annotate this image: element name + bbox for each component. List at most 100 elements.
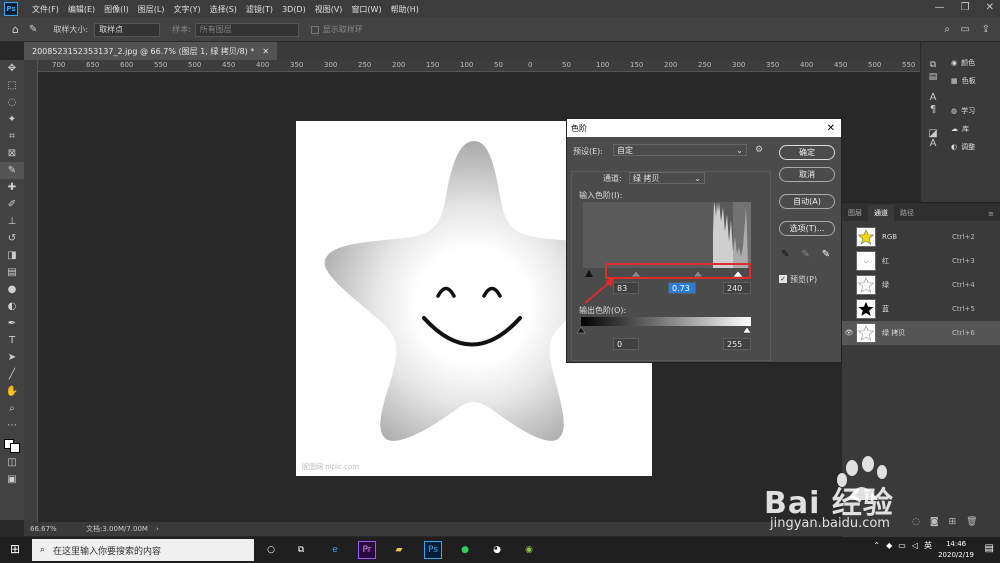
channel-row-blue[interactable]: 蓝 Ctrl+5 bbox=[842, 297, 1000, 321]
eraser-tool-icon[interactable]: ◨ bbox=[0, 247, 24, 264]
lasso-tool-icon[interactable]: ◌ bbox=[0, 94, 24, 111]
windows-start-icon[interactable]: ⊞ bbox=[10, 542, 20, 556]
clock[interactable]: 14:46 2020/2/19 bbox=[938, 539, 974, 561]
quick-mask-icon[interactable]: ◫ bbox=[0, 454, 24, 471]
menu-layer[interactable]: 图层(L) bbox=[138, 4, 165, 15]
menu-3d[interactable]: 3D(D) bbox=[282, 5, 306, 14]
clone-stamp-icon[interactable]: ⊥ bbox=[0, 213, 24, 230]
color-swap-icon[interactable] bbox=[0, 434, 24, 454]
network-icon[interactable]: ▭ bbox=[898, 541, 906, 550]
dodge-tool-icon[interactable]: ◐ bbox=[0, 298, 24, 315]
color-panel-item[interactable]: ◉ 颜色 bbox=[945, 54, 1000, 72]
status-arrow-icon[interactable]: › bbox=[156, 525, 159, 533]
channel-row-red[interactable]: ◡ 红 Ctrl+3 bbox=[842, 249, 1000, 273]
close-tab-icon[interactable]: ✕ bbox=[262, 47, 269, 56]
history-brush-icon[interactable]: ↺ bbox=[0, 230, 24, 247]
cancel-button[interactable]: 取消 bbox=[779, 167, 835, 182]
menu-type[interactable]: 文字(Y) bbox=[173, 4, 200, 15]
menu-help[interactable]: 帮助(H) bbox=[391, 4, 419, 15]
menu-view[interactable]: 视图(V) bbox=[315, 4, 343, 15]
blur-tool-icon[interactable]: ● bbox=[0, 281, 24, 298]
gradient-tool-icon[interactable]: ▤ bbox=[0, 264, 24, 281]
workspace-icon[interactable]: ▭ bbox=[961, 24, 970, 35]
move-tool-icon[interactable]: ✥ bbox=[0, 60, 24, 77]
task-view-icon[interactable]: ⧉ bbox=[292, 541, 310, 559]
search-icon[interactable]: ⌕ bbox=[944, 24, 950, 35]
taskbar-search[interactable]: ⌕ 在这里输入你要搜索的内容 bbox=[32, 539, 254, 561]
home-icon[interactable]: ⌂ bbox=[12, 23, 19, 36]
screen-mode-icon[interactable]: ▣ bbox=[0, 471, 24, 488]
input-gamma-field[interactable]: 0.73 bbox=[668, 282, 696, 294]
menu-window[interactable]: 窗口(W) bbox=[351, 4, 381, 15]
sample-select[interactable]: 所有图层 bbox=[194, 22, 299, 37]
black-eyedropper-icon[interactable]: ✎ bbox=[781, 249, 789, 260]
zoom-level[interactable]: 66.67% bbox=[30, 525, 86, 533]
save-selection-icon[interactable]: ◙ bbox=[930, 517, 939, 527]
close-icon[interactable]: ✕ bbox=[986, 2, 994, 13]
menu-file[interactable]: 文件(F) bbox=[32, 4, 59, 15]
qq-icon[interactable]: ◕ bbox=[488, 541, 506, 559]
eyedropper-tool-icon[interactable]: ✎ bbox=[29, 24, 37, 35]
more-tools-icon[interactable]: ⋯ bbox=[0, 417, 24, 434]
dialog-close-icon[interactable]: ✕ bbox=[827, 123, 835, 134]
path-select-icon[interactable]: ➤ bbox=[0, 349, 24, 366]
output-sliders[interactable] bbox=[577, 325, 757, 335]
document-tab[interactable]: 2008523152353137_2.jpg @ 66.7% (图层 1, 绿 … bbox=[24, 42, 278, 60]
pen-tool-icon[interactable]: ✒ bbox=[0, 315, 24, 332]
load-selection-icon[interactable]: ◌ bbox=[912, 517, 920, 527]
swatches-panel-item[interactable]: ▦ 色板 bbox=[945, 72, 1000, 90]
marquee-tool-icon[interactable]: ⬚ bbox=[0, 77, 24, 94]
cortana-icon[interactable]: ○ bbox=[262, 541, 280, 559]
tab-paths[interactable]: 路径 bbox=[894, 205, 920, 221]
premiere-icon[interactable]: Pr bbox=[358, 541, 376, 559]
tab-channels[interactable]: 通道 bbox=[868, 205, 894, 221]
share-icon[interactable]: ⇪ bbox=[982, 24, 990, 35]
libraries-panel-item[interactable]: ☁ 库 bbox=[945, 120, 1000, 138]
new-channel-icon[interactable]: ⊞ bbox=[949, 517, 957, 527]
crop-tool-icon[interactable]: ⌗ bbox=[0, 128, 24, 145]
line-tool-icon[interactable]: ╱ bbox=[0, 366, 24, 383]
ok-button[interactable]: 确定 bbox=[779, 145, 835, 160]
hand-tool-icon[interactable]: ✋ bbox=[0, 383, 24, 400]
output-black-field[interactable]: 0 bbox=[613, 338, 639, 350]
menu-edit[interactable]: 编辑(E) bbox=[68, 4, 95, 15]
sample-size-select[interactable]: 取样点 bbox=[94, 22, 161, 37]
notification-icon[interactable]: ▤ bbox=[985, 543, 994, 554]
tray-app-icon[interactable]: ◆ bbox=[886, 541, 892, 550]
input-black-field[interactable]: 83 bbox=[613, 282, 639, 294]
channel-row-green[interactable]: 绿 Ctrl+4 bbox=[842, 273, 1000, 297]
explorer-icon[interactable]: ▰ bbox=[390, 541, 408, 559]
eye-icon[interactable]: 👁 bbox=[842, 329, 856, 337]
delete-channel-icon[interactable]: 🗑 bbox=[966, 517, 977, 527]
preset-settings-icon[interactable]: ⚙ bbox=[755, 145, 763, 155]
wechat-icon[interactable]: ● bbox=[456, 541, 474, 559]
magic-wand-tool-icon[interactable]: ✦ bbox=[0, 111, 24, 128]
preset-select[interactable]: 自定 ⌄ bbox=[613, 144, 747, 156]
glyphs-icon[interactable]: ◪ bbox=[921, 114, 945, 139]
preview-checkbox[interactable]: ✓ bbox=[779, 275, 787, 283]
learn-panel-item[interactable]: ◍ 学习 bbox=[945, 102, 1000, 120]
menu-filter[interactable]: 滤镜(T) bbox=[246, 4, 273, 15]
white-eyedropper-icon[interactable]: ✎ bbox=[822, 249, 830, 260]
type-tool-icon[interactable]: T bbox=[0, 332, 24, 349]
history-icon[interactable]: ⧉ bbox=[921, 42, 945, 70]
channel-row-green-copy[interactable]: 👁 绿 拷贝 Ctrl+6 bbox=[842, 321, 1000, 345]
volume-icon[interactable]: ◁ bbox=[912, 541, 918, 550]
gray-eyedropper-icon[interactable]: ✎ bbox=[801, 249, 809, 260]
menu-image[interactable]: 图像(I) bbox=[104, 4, 129, 15]
channel-select[interactable]: 绿 拷贝 ⌄ bbox=[629, 172, 705, 184]
show-ring-checkbox[interactable] bbox=[310, 25, 319, 34]
adjustments-panel-item[interactable]: ◐ 调整 bbox=[945, 138, 1000, 156]
edge-icon[interactable]: e bbox=[326, 541, 344, 559]
output-white-field[interactable]: 255 bbox=[723, 338, 751, 350]
input-white-field[interactable]: 240 bbox=[723, 282, 751, 294]
minimize-icon[interactable]: — bbox=[935, 2, 945, 13]
auto-button[interactable]: 自动(A) bbox=[779, 194, 835, 209]
restore-icon[interactable]: ❐ bbox=[961, 2, 970, 13]
options-button[interactable]: 选项(T)... bbox=[779, 221, 835, 236]
frame-tool-icon[interactable]: ⊠ bbox=[0, 145, 24, 162]
menu-select[interactable]: 选择(S) bbox=[210, 4, 237, 15]
healing-brush-icon[interactable]: ✚ bbox=[0, 179, 24, 196]
app-avatar-icon[interactable]: ◉ bbox=[520, 541, 538, 559]
brush-tool-icon[interactable]: ✐ bbox=[0, 196, 24, 213]
